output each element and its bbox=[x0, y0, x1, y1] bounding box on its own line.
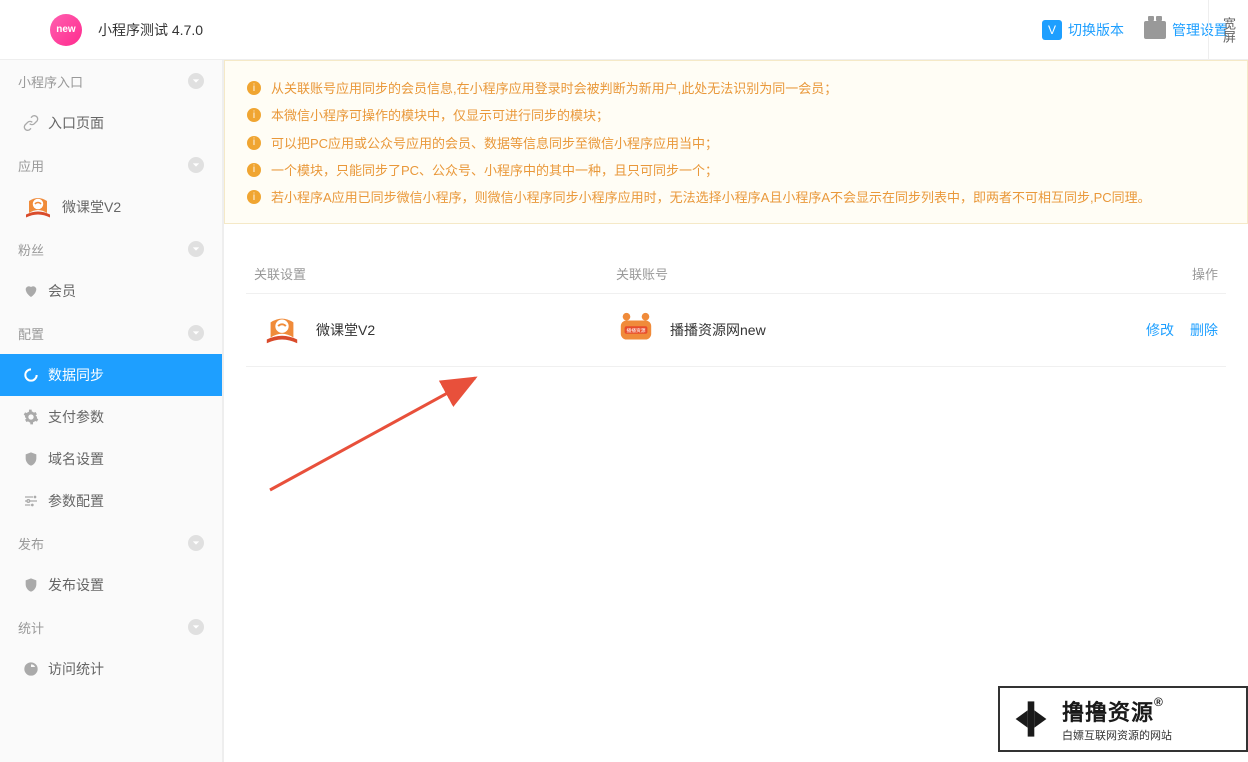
sidebar-item-wkt[interactable]: 微课堂V2 bbox=[0, 186, 222, 228]
notice-line: 可以把PC应用或公众号应用的会员、数据等信息同步至微信小程序应用当中； bbox=[271, 130, 718, 157]
chevron-down-icon bbox=[188, 325, 204, 341]
switch-version-button[interactable]: V 切换版本 bbox=[1042, 20, 1124, 40]
stats-icon bbox=[22, 660, 40, 678]
table-row: 微课堂V2 播播资源 播播资源网new 修改 删除 bbox=[246, 294, 1226, 367]
account-icon: 播播资源 bbox=[616, 310, 656, 350]
sidebar-item-domain[interactable]: 域名设置 bbox=[0, 438, 222, 480]
notice-line: 若小程序A应用已同步微信小程序，则微信小程序同步小程序应用时，无法选择小程序A且… bbox=[271, 184, 1151, 211]
info-icon: i bbox=[247, 136, 261, 150]
info-icon: i bbox=[247, 163, 261, 177]
th-relation-account: 关联账号 bbox=[616, 264, 1126, 283]
sidebar-group-entry[interactable]: 小程序入口 bbox=[0, 60, 222, 102]
sidebar-item-entry-page[interactable]: 入口页面 bbox=[0, 102, 222, 144]
sync-icon bbox=[22, 366, 40, 384]
sidebar-item-label: 入口页面 bbox=[48, 113, 104, 133]
sidebar-item-label: 访问统计 bbox=[48, 659, 104, 679]
sidebar-item-label: 会员 bbox=[48, 281, 76, 301]
sidebar-group-label: 发布 bbox=[18, 534, 44, 553]
sidebar-item-label: 数据同步 bbox=[48, 365, 104, 385]
delete-link[interactable]: 删除 bbox=[1190, 320, 1218, 340]
info-icon: i bbox=[247, 81, 261, 95]
sidebar-group-fans[interactable]: 粉丝 bbox=[0, 228, 222, 270]
watermark: 撸撸资源® 白嫖互联网资源的网站 bbox=[998, 686, 1248, 752]
sidebar-group-app[interactable]: 应用 bbox=[0, 144, 222, 186]
switch-version-label: 切换版本 bbox=[1068, 20, 1124, 40]
watermark-subtitle: 白嫖互联网资源的网站 bbox=[1062, 727, 1172, 743]
info-icon: i bbox=[247, 190, 261, 204]
sidebar-item-label: 发布设置 bbox=[48, 575, 104, 595]
app-title: 小程序测试 4.7.0 bbox=[98, 20, 203, 40]
chevron-down-icon bbox=[188, 535, 204, 551]
sidebar-item-member[interactable]: 会员 bbox=[0, 270, 222, 312]
sidebar-item-visit-stats[interactable]: 访问统计 bbox=[0, 648, 222, 690]
sidebar-item-data-sync[interactable]: 数据同步 bbox=[0, 354, 222, 396]
sidebar-item-pay-params[interactable]: 支付参数 bbox=[0, 396, 222, 438]
th-relation-setting: 关联设置 bbox=[246, 264, 616, 283]
shield-icon bbox=[22, 576, 40, 594]
sidebar: 小程序入口 入口页面 应用 微课堂V2 粉丝 bbox=[0, 60, 223, 762]
version-icon: V bbox=[1042, 20, 1062, 40]
info-icon: i bbox=[247, 108, 261, 122]
sidebar-group-label: 配置 bbox=[18, 324, 44, 343]
table-header: 关联设置 关联账号 操作 bbox=[246, 254, 1226, 294]
header-bar: new 小程序测试 4.7.0 V 切换版本 管理设置 bbox=[0, 0, 1248, 60]
sidebar-item-label: 参数配置 bbox=[48, 491, 104, 511]
sidebar-item-param-config[interactable]: 参数配置 bbox=[0, 480, 222, 522]
chevron-down-icon bbox=[188, 73, 204, 89]
notice-box: i 从关联账号应用同步的会员信息,在小程序应用登录时会被判断为新用户,此处无法识别… bbox=[224, 60, 1248, 224]
sidebar-item-publish-settings[interactable]: 发布设置 bbox=[0, 564, 222, 606]
sidebar-item-label: 域名设置 bbox=[48, 449, 104, 469]
shield-icon bbox=[22, 450, 40, 468]
edit-link[interactable]: 修改 bbox=[1146, 320, 1174, 340]
gear-icon bbox=[22, 408, 40, 426]
app-name: 微课堂V2 bbox=[316, 320, 375, 340]
th-actions: 操作 bbox=[1126, 264, 1226, 283]
notice-line: 一个模块，只能同步了PC、公众号、小程序中的其中一种，且只可同步一个； bbox=[271, 157, 718, 184]
widescreen-toggle[interactable]: 宽屏 bbox=[1208, 0, 1248, 60]
watermark-title: 撸撸资源® bbox=[1062, 695, 1172, 727]
heart-icon bbox=[22, 282, 40, 300]
sidebar-group-config[interactable]: 配置 bbox=[0, 312, 222, 354]
account-name: 播播资源网new bbox=[670, 320, 766, 340]
chevron-down-icon bbox=[188, 619, 204, 635]
sync-table: 关联设置 关联账号 操作 微课堂V2 播播资源 bbox=[246, 254, 1226, 367]
notice-line: 从关联账号应用同步的会员信息,在小程序应用登录时会被判断为新用户,此处无法识别为… bbox=[271, 75, 837, 102]
sidebar-group-publish[interactable]: 发布 bbox=[0, 522, 222, 564]
sidebar-item-label: 微课堂V2 bbox=[62, 197, 121, 217]
briefcase-icon bbox=[1144, 21, 1166, 39]
sidebar-group-stats[interactable]: 统计 bbox=[0, 606, 222, 648]
notice-line: 本微信小程序可操作的模块中，仅显示可进行同步的模块； bbox=[271, 102, 609, 129]
sidebar-group-label: 统计 bbox=[18, 618, 44, 637]
sidebar-group-label: 应用 bbox=[18, 156, 44, 175]
app-icon bbox=[262, 310, 302, 350]
chevron-down-icon bbox=[188, 157, 204, 173]
chevron-down-icon bbox=[188, 241, 204, 257]
sliders-icon bbox=[22, 492, 40, 510]
app-logo: new bbox=[50, 14, 82, 46]
wkt-icon bbox=[22, 191, 54, 223]
watermark-logo bbox=[1008, 696, 1054, 742]
link-icon bbox=[22, 114, 40, 132]
sidebar-group-label: 小程序入口 bbox=[18, 72, 83, 91]
sidebar-group-label: 粉丝 bbox=[18, 240, 44, 259]
content-area: i 从关联账号应用同步的会员信息,在小程序应用登录时会被判断为新用户,此处无法识别… bbox=[223, 60, 1248, 762]
sidebar-item-label: 支付参数 bbox=[48, 407, 104, 427]
